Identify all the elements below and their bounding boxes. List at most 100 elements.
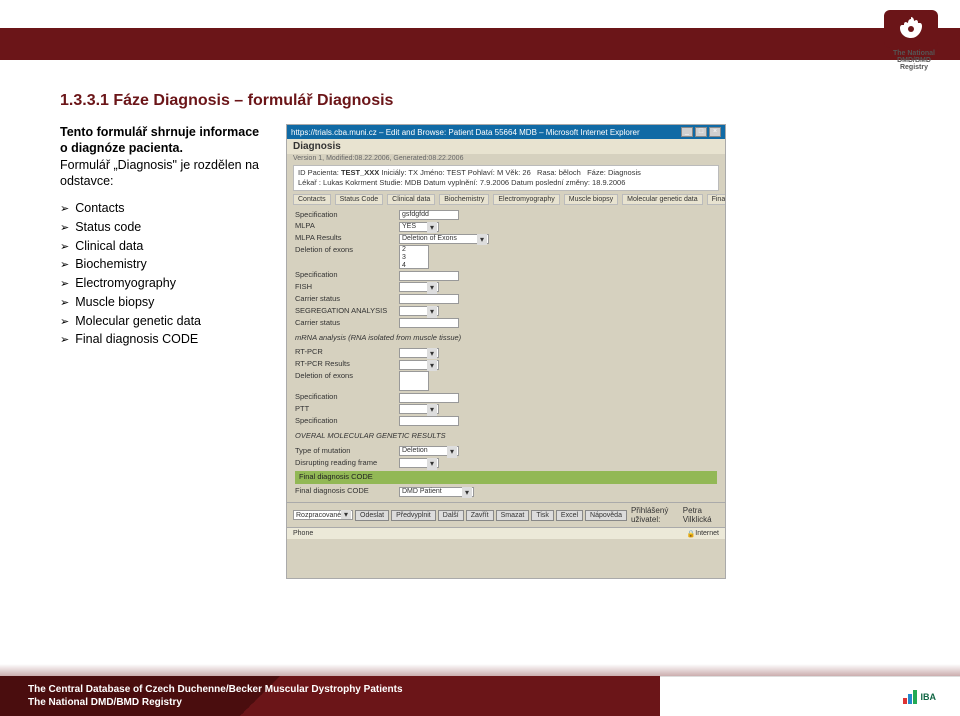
bullet-electromyography: Electromyography (60, 274, 270, 293)
right-column: https://trials.cba.muni.cz – Edit and Br… (286, 124, 930, 579)
lbl-del-exons-2: Deletion of exons (295, 371, 395, 382)
btn-dalsi[interactable]: Další (438, 510, 464, 521)
sel-rtpcr[interactable] (399, 348, 439, 358)
lbl-mlpa-results: MLPA Results (295, 233, 395, 244)
close-button[interactable]: × (709, 127, 721, 137)
pt-id-label: ID Pacienta: (298, 168, 339, 177)
inp-specification[interactable]: gsfdgfdd (399, 210, 459, 220)
inp-specification-4[interactable] (399, 416, 459, 426)
bullet-contacts: Contacts (60, 199, 270, 218)
pt-race-label: Rasa: (537, 168, 557, 177)
maximize-button[interactable]: □ (695, 127, 707, 137)
form-heading: Diagnosis (287, 139, 725, 154)
window-title: https://trials.cba.muni.cz – Edit and Br… (291, 128, 640, 137)
footer-right: IBA (660, 676, 960, 716)
inp-specification-2[interactable] (399, 271, 459, 281)
pt-name-label: Jméno: (420, 168, 445, 177)
bars-icon (903, 690, 917, 704)
pt-init-label: Iniciály: (381, 168, 406, 177)
footer-line-2: The National DMD/BMD Registry (28, 696, 660, 709)
iba-text: IBA (921, 692, 937, 702)
sel-fish[interactable] (399, 282, 439, 292)
btn-odeslat[interactable]: Odeslat (355, 510, 389, 521)
footer-shadow (0, 664, 960, 676)
lbl-carrier-2: Carrier status (295, 318, 395, 329)
minimize-button[interactable]: _ (681, 127, 693, 137)
intro-1: Tento formulář shrnuje informace o diagn… (60, 125, 259, 155)
tab-final-diagnosis[interactable]: Final diagnosis CODE (707, 194, 726, 205)
pt-phase-label: Fáze: (587, 168, 606, 177)
lbl-type-mutation: Type of mutation (295, 446, 395, 457)
lbl-specification-2: Specification (295, 270, 395, 281)
inp-carrier-2[interactable] (399, 318, 459, 328)
footer: The Central Database of Czech Duchenne/B… (0, 676, 960, 716)
btn-napoveda[interactable]: Nápověda (585, 510, 627, 521)
user-name: Petra Vilklická (683, 506, 719, 524)
sel-ptt[interactable] (399, 404, 439, 414)
sel-state[interactable]: Rozpracované (293, 510, 353, 520)
pt-age-label: Věk: (505, 168, 520, 177)
status-left: Phone (293, 530, 313, 537)
lbl-specification-4: Specification (295, 416, 395, 427)
lbl-carrier: Carrier status (295, 294, 395, 305)
top-bar (0, 28, 960, 60)
tab-biochemistry[interactable]: Biochemistry (439, 194, 489, 205)
sel-mlpa[interactable]: YES (399, 222, 439, 232)
page: The National DMD/BMD Registry 1.3.3.1 Fá… (0, 0, 960, 716)
btn-zavrit[interactable]: Zavřít (466, 510, 494, 521)
inp-specification-3[interactable] (399, 393, 459, 403)
btn-tisk[interactable]: Tisk (531, 510, 554, 521)
lbl-specification: Specification (295, 210, 395, 221)
tab-clinical-data[interactable]: Clinical data (387, 194, 435, 205)
btn-excel[interactable]: Excel (556, 510, 583, 521)
sel-segregation[interactable] (399, 306, 439, 316)
left-column: Tento formulář shrnuje informace o diagn… (60, 124, 270, 579)
bullet-clinical-data: Clinical data (60, 237, 270, 256)
pt-doc-label: Lékař : (298, 178, 321, 187)
list-del-exons[interactable]: 2 3 4 (399, 245, 429, 269)
pt-sex: M (497, 168, 503, 177)
list-del-exons-2[interactable] (399, 371, 429, 391)
tab-bar: Contacts Status Code Clinical data Bioch… (287, 193, 725, 206)
patient-info-box: ID Pacienta: TEST_XXX Iniciály: TX Jméno… (293, 165, 719, 191)
bullet-molecular-genetic: Molecular genetic data (60, 312, 270, 331)
btn-smazat[interactable]: Smazat (496, 510, 530, 521)
lbl-segregation: SEGREGATION ANALYSIS (295, 306, 395, 317)
footer-line-1: The Central Database of Czech Duchenne/B… (28, 683, 660, 696)
pt-init: TX (408, 168, 418, 177)
lbl-del-exons: Deletion of exons (295, 245, 395, 256)
window-titlebar: https://trials.cba.muni.cz – Edit and Br… (287, 125, 725, 139)
form-version: Version 1, Modified:08.22.2006, Generate… (287, 154, 725, 163)
status-right: Internet (695, 530, 719, 537)
tab-molecular-genetic[interactable]: Molecular genetic data (622, 194, 702, 205)
intro-2: Formulář „Diagnosis" je rozdělen na odst… (60, 158, 259, 188)
registry-logo-text: The National DMD/BMD Registry (884, 50, 944, 71)
pt-name: TEST (447, 168, 466, 177)
sel-type-mutation[interactable]: Deletion (399, 446, 459, 456)
app-screenshot: https://trials.cba.muni.cz – Edit and Br… (286, 124, 726, 579)
lock-icon: 🔒 (687, 530, 696, 538)
tab-muscle-biopsy[interactable]: Muscle biopsy (564, 194, 618, 205)
sel-disrupt[interactable] (399, 458, 439, 468)
tab-status-code[interactable]: Status Code (335, 194, 384, 205)
section-title: 1.3.3.1 Fáze Diagnosis – formulář Diagno… (60, 92, 930, 110)
lbl-rtpcr-results: RT-PCR Results (295, 359, 395, 370)
sel-mlpa-results[interactable]: Deletion of Exons (399, 234, 489, 244)
pt-study: MDB (405, 178, 422, 187)
sel-final-code[interactable]: DMD Patient (399, 487, 474, 497)
bullet-biochemistry: Biochemistry (60, 255, 270, 274)
btn-predvyplnit[interactable]: Předvyplnit (391, 510, 436, 521)
pt-fill-label: Datum vyplnění: (424, 178, 478, 187)
content-area: 1.3.3.1 Fáze Diagnosis – formulář Diagno… (60, 92, 930, 579)
bullet-final-diagnosis: Final diagnosis CODE (60, 330, 270, 349)
tab-electromyography[interactable]: Electromyography (493, 194, 559, 205)
sel-rtpcr-results[interactable] (399, 360, 439, 370)
lbl-fish: FISH (295, 282, 395, 293)
inp-carrier[interactable] (399, 294, 459, 304)
tab-contacts[interactable]: Contacts (293, 194, 331, 205)
bullet-status-code: Status code (60, 218, 270, 237)
bottom-toolbar: Rozpracované Odeslat Předvyplnit Další Z… (287, 502, 725, 527)
registry-logo: The National DMD/BMD Registry (884, 10, 944, 70)
lbl-final-code: Final diagnosis CODE (295, 486, 395, 497)
pt-chg-label: Datum poslední změny: (511, 178, 590, 187)
